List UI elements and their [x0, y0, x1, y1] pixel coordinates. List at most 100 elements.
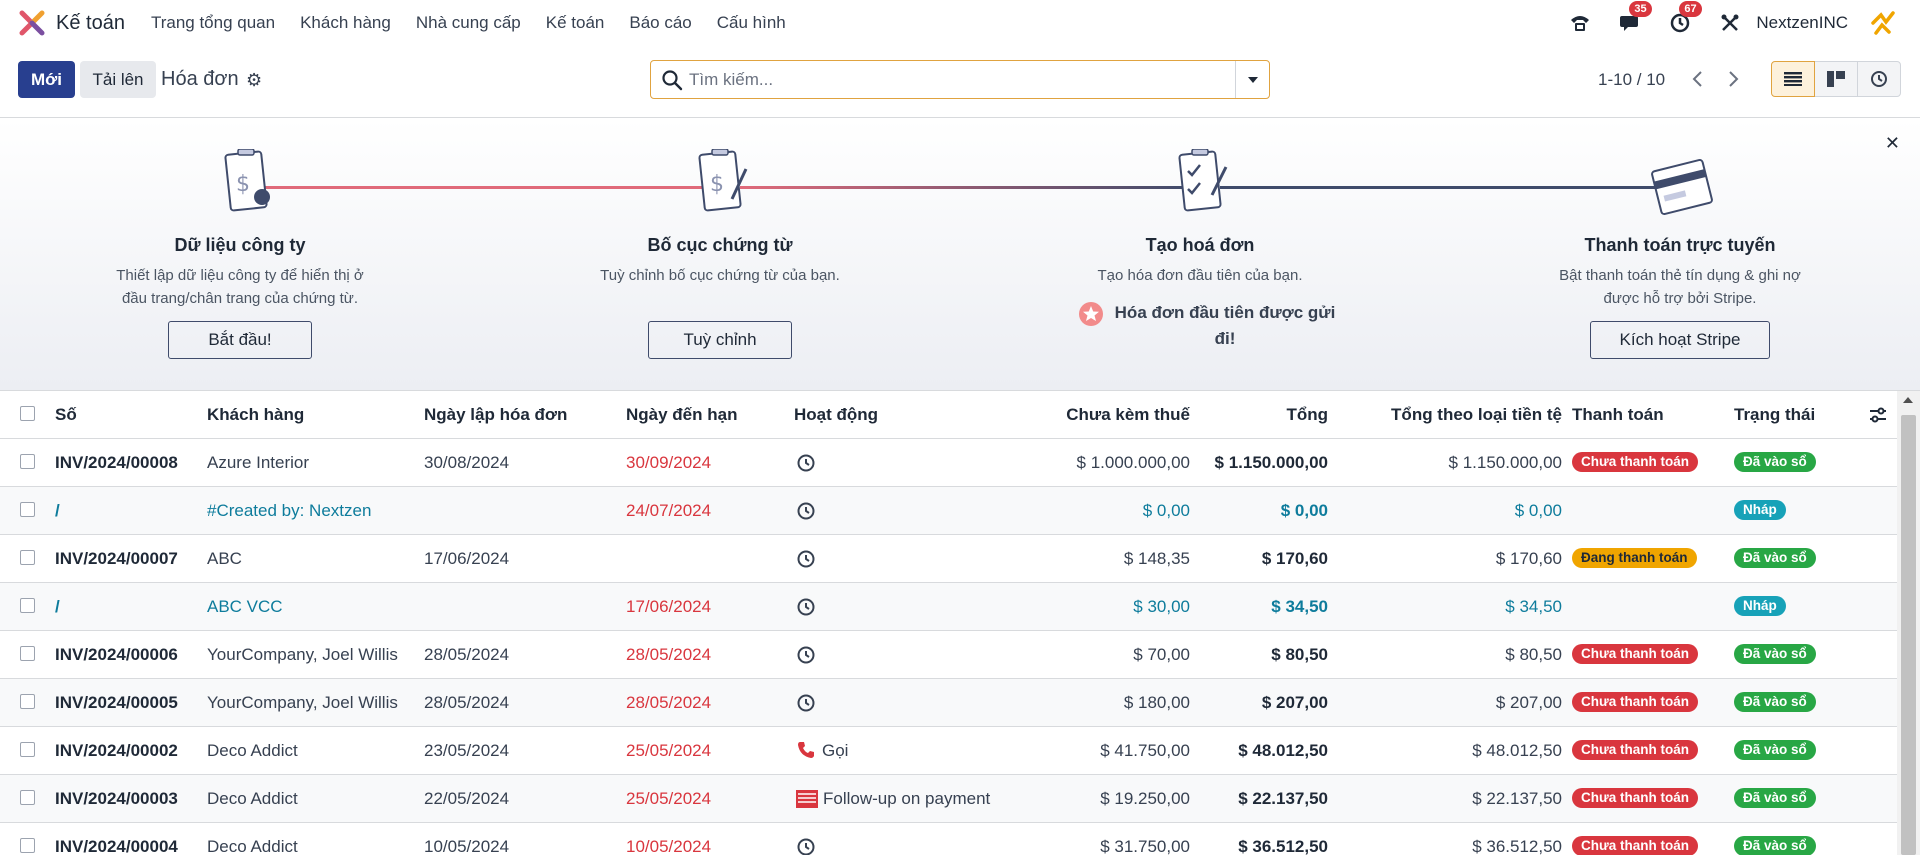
row-checkbox[interactable] [20, 646, 35, 661]
messages-icon[interactable]: 35 [1618, 1, 1652, 35]
invoice-number: INV/2024/00006 [55, 645, 178, 664]
amount-total: $ 0,00 [1280, 501, 1328, 520]
upload-button[interactable]: Tải lên [80, 61, 156, 98]
table-row[interactable]: INV/2024/00002 Deco Addict 23/05/2024 25/05… [0, 727, 1897, 775]
clock-icon[interactable] [796, 597, 816, 617]
chevron-left-icon [1692, 71, 1702, 87]
company-switcher[interactable]: NextzenINC [1756, 13, 1848, 33]
control-panel: Mới Tải lên Hóa đơn ⚙ 1-10 / 10 [0, 46, 1920, 118]
row-checkbox[interactable] [20, 742, 35, 757]
table-row[interactable]: INV/2024/00005 YourCompany, Joel Willis 28… [0, 679, 1897, 727]
table-row[interactable]: INV/2024/00006 YourCompany, Joel Willis 28… [0, 631, 1897, 679]
table-header: Số Khách hàng Ngày lập hóa đơn Ngày đến … [0, 391, 1897, 439]
table-row[interactable]: INV/2024/00008 Azure Interior 30/08/2024 30… [0, 439, 1897, 487]
activities-icon[interactable]: 67 [1668, 1, 1702, 35]
pager-next-button[interactable] [1719, 64, 1749, 94]
view-switcher [1771, 61, 1901, 97]
app-name[interactable]: Kế toán [56, 12, 125, 35]
select-all-checkbox[interactable] [20, 406, 35, 421]
clock-icon[interactable] [796, 837, 816, 855]
amount-total: $ 207,00 [1261, 693, 1328, 712]
col-partner[interactable]: Khách hàng [207, 391, 304, 438]
pager-value[interactable]: 1-10 / 10 [1598, 70, 1665, 90]
menu-customers[interactable]: Khách hàng [300, 13, 391, 33]
col-invoice-date[interactable]: Ngày lập hóa đơn [424, 391, 567, 438]
start-button[interactable]: Bắt đầu! [168, 321, 312, 359]
invoice-number: / [55, 501, 60, 520]
menu-vendors[interactable]: Nhà cung cấp [416, 13, 521, 33]
search-options-toggle[interactable] [1235, 61, 1269, 98]
state-badge: Nháp [1734, 500, 1786, 521]
col-total[interactable]: Tổng [1190, 391, 1328, 438]
col-due-date[interactable]: Ngày đến hạn [626, 391, 737, 438]
clock-icon[interactable] [796, 501, 816, 521]
clock-icon[interactable] [796, 693, 816, 713]
phone-activity-icon[interactable] [797, 741, 815, 759]
activate-stripe-button[interactable]: Kích hoạt Stripe [1590, 321, 1770, 359]
customize-button[interactable]: Tuỳ chỉnh [648, 321, 792, 359]
table-row[interactable]: INV/2024/00007 ABC 17/06/2024 $ 148,35 $ 170… [0, 535, 1897, 583]
row-checkbox[interactable] [20, 502, 35, 517]
col-payment-status[interactable]: Thanh toán [1572, 391, 1664, 438]
scroll-up-arrow[interactable] [1903, 397, 1913, 403]
new-button[interactable]: Mới [18, 61, 75, 98]
svg-text:$: $ [710, 172, 724, 197]
col-status[interactable]: Trạng thái [1734, 391, 1815, 438]
row-checkbox[interactable] [20, 550, 35, 565]
row-checkbox[interactable] [20, 598, 35, 613]
optional-columns-icon[interactable] [1868, 405, 1888, 425]
col-activity[interactable]: Hoạt động [794, 391, 878, 438]
row-checkbox[interactable] [20, 838, 35, 853]
col-number[interactable]: Số [55, 391, 77, 438]
activity-summary[interactable]: Follow-up on payment [823, 775, 990, 822]
table-row[interactable]: INV/2024/00003 Deco Addict 22/05/2024 25/05… [0, 775, 1897, 823]
user-avatar[interactable] [1868, 8, 1898, 38]
clock-icon[interactable] [796, 453, 816, 473]
table-row[interactable]: / #Created by: Nextzen 24/07/2024 $ 0,00 $ 0… [0, 487, 1897, 535]
state-badge: Đã vào sổ [1734, 452, 1816, 473]
amount-total-currency: $ 48.012,50 [1472, 741, 1562, 760]
vertical-scrollbar[interactable] [1897, 391, 1920, 855]
col-total-currency[interactable]: Tổng theo loại tiền tệ [1330, 391, 1562, 438]
clock-icon[interactable] [796, 549, 816, 569]
col-untaxed[interactable]: Chưa kèm thuế [1000, 391, 1190, 438]
accounting-app-icon[interactable] [18, 9, 46, 37]
row-checkbox[interactable] [20, 694, 35, 709]
step-title: Tạo hoá đơn [1145, 235, 1255, 255]
table-row[interactable]: INV/2024/00004 Deco Addict 10/05/2024 10/05… [0, 823, 1897, 855]
activity-summary[interactable]: Gọi [822, 727, 848, 774]
invoice-date: 10/05/2024 [424, 837, 510, 855]
step-description: Tạo hóa đơn đầu tiên của bạn. [1097, 267, 1303, 284]
partner-name: Deco Addict [207, 741, 298, 760]
amount-total-currency: $ 36.512,50 [1472, 837, 1562, 855]
row-checkbox[interactable] [20, 790, 35, 805]
menu-reporting[interactable]: Báo cáo [629, 13, 691, 33]
kanban-view-button[interactable] [1814, 61, 1858, 97]
payment-cell: Chưa thanh toán [1572, 679, 1699, 726]
list-view-button[interactable] [1771, 61, 1815, 97]
status-cell: Nháp [1734, 487, 1786, 534]
step-description: Thiết lập dữ liệu công ty để hiển thị ởđ… [116, 267, 364, 307]
amount-untaxed: $ 1.000.000,00 [1076, 453, 1190, 472]
clock-icon[interactable] [796, 645, 816, 665]
menu-accounting[interactable]: Kế toán [546, 13, 605, 33]
search-input[interactable] [689, 65, 1229, 94]
due-date: 17/06/2024 [626, 597, 712, 616]
status-cell: Đã vào sổ [1734, 727, 1816, 774]
menu-configuration[interactable]: Cấu hình [717, 13, 786, 33]
menu-dashboard[interactable]: Trang tổng quan [151, 13, 275, 33]
phone-icon[interactable] [1568, 11, 1592, 35]
tools-icon[interactable] [1718, 11, 1742, 35]
row-checkbox[interactable] [20, 454, 35, 469]
scroll-thumb[interactable] [1901, 415, 1916, 855]
gear-icon[interactable]: ⚙ [246, 70, 262, 91]
email-activity-icon[interactable] [796, 790, 818, 808]
amount-total-currency: $ 1.150.000,00 [1448, 453, 1562, 472]
close-icon[interactable]: ✕ [1885, 133, 1900, 154]
amount-untaxed: $ 0,00 [1142, 501, 1190, 520]
table-row[interactable]: / ABC VCC 17/06/2024 $ 30,00 $ 34,50 $ 34,50 N… [0, 583, 1897, 631]
activity-view-button[interactable] [1857, 61, 1901, 97]
due-date: 10/05/2024 [626, 837, 712, 855]
pager-previous-button[interactable] [1682, 64, 1712, 94]
amount-total-currency: $ 207,00 [1495, 693, 1562, 712]
